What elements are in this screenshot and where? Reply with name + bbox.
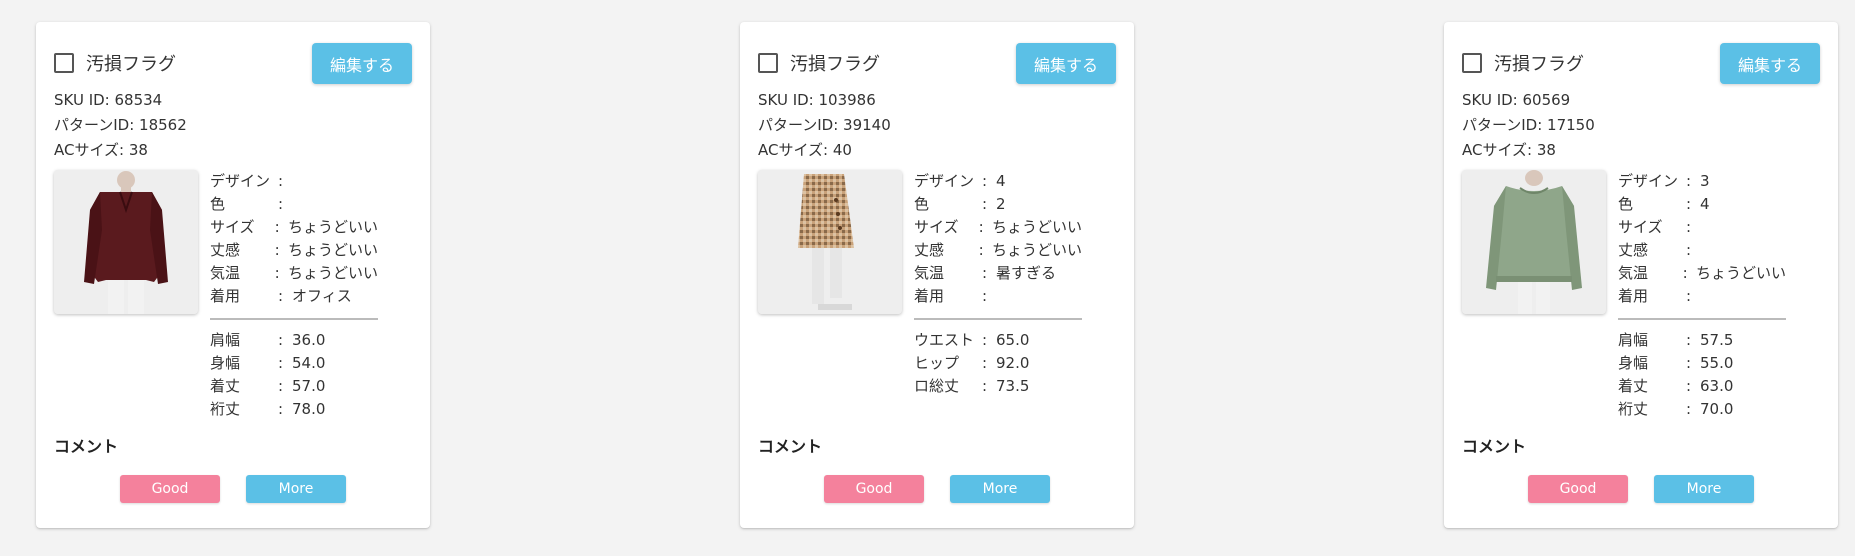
stain-flag-checkbox[interactable]: 汚損フラグ [1462, 50, 1584, 76]
attr-row: 色: [210, 195, 284, 213]
measure-row: 身幅:55.0 [1618, 354, 1734, 372]
sku-id: SKU ID: 68534 [54, 91, 163, 109]
attr-row: 気温: 暑すぎる [914, 264, 1057, 282]
divider [210, 318, 378, 320]
item-card: 汚損フラグ 編集する SKU ID: 68534 パターンID: 18562 A… [36, 22, 430, 528]
sku-id: SKU ID: 60569 [1462, 91, 1571, 109]
attr-row: 気温: ちょうどいい [1618, 264, 1786, 282]
stain-flag-checkbox[interactable]: 汚損フラグ [54, 50, 176, 76]
pattern-id: パターンID: 17150 [1462, 116, 1595, 134]
attr-row: 丈感: [1618, 241, 1692, 259]
divider [1618, 318, 1786, 320]
item-meta: SKU ID: 103986 パターンID: 39140 ACサイズ: 40 [758, 88, 891, 163]
measure-row: 着丈:57.0 [210, 377, 326, 395]
checkbox-icon[interactable] [758, 53, 778, 73]
attr-row: 丈感: ちょうどいい [914, 241, 1082, 259]
attr-row: サイズ: ちょうどいい [210, 218, 378, 236]
measure-row: ウエスト:65.0 [914, 331, 1030, 349]
burgundy-blouse-photo [54, 170, 198, 314]
edit-button[interactable]: 編集する [312, 43, 412, 84]
attr-row: 着用: [914, 287, 988, 305]
more-button[interactable]: More [950, 475, 1050, 503]
attribute-list: デザイン:3 色:4 サイズ: 丈感: 気温: ちょうどいい 着用: 肩幅:57.… [1618, 170, 1786, 421]
ac-size: ACサイズ: 40 [758, 141, 852, 159]
good-button[interactable]: Good [824, 475, 924, 503]
ac-size: ACサイズ: 38 [1462, 141, 1556, 159]
measure-row: 裄丈:70.0 [1618, 400, 1734, 418]
check-skirt-photo [758, 170, 902, 314]
good-button[interactable]: Good [1528, 475, 1628, 503]
attr-row: サイズ: ちょうどいい [914, 218, 1082, 236]
attr-row: サイズ: [1618, 218, 1692, 236]
attribute-list: デザイン:4 色:2 サイズ: ちょうどいい 丈感: ちょうどいい 気温: 暑すぎる … [914, 170, 1082, 398]
measure-row: 肩幅:36.0 [210, 331, 326, 349]
divider [914, 318, 1082, 320]
item-card: 汚損フラグ 編集する SKU ID: 103986 パターンID: 39140 … [740, 22, 1134, 528]
attr-row: 丈感: ちょうどいい [210, 241, 378, 259]
pattern-id: パターンID: 39140 [758, 116, 891, 134]
card-list: 汚損フラグ 編集する SKU ID: 68534 パターンID: 18562 A… [0, 0, 1855, 556]
stain-flag-label: 汚損フラグ [1494, 54, 1584, 75]
comment-heading: コメント [1462, 437, 1527, 456]
comment-heading: コメント [758, 437, 823, 456]
stain-flag-checkbox[interactable]: 汚損フラグ [758, 50, 880, 76]
pattern-id: パターンID: 18562 [54, 116, 187, 134]
attr-row: 色:2 [914, 195, 1006, 213]
measure-row: 着丈:63.0 [1618, 377, 1734, 395]
more-button[interactable]: More [1654, 475, 1754, 503]
stain-flag-label: 汚損フラグ [790, 54, 880, 75]
comment-heading: コメント [54, 437, 119, 456]
measure-row: ヒップ:92.0 [914, 354, 1030, 372]
attr-row: デザイン:4 [914, 172, 1006, 190]
sku-id: SKU ID: 103986 [758, 91, 876, 109]
attr-row: 色:4 [1618, 195, 1710, 213]
measure-row: 身幅:54.0 [210, 354, 326, 372]
good-button[interactable]: Good [120, 475, 220, 503]
attr-row: 気温: ちょうどいい [210, 264, 378, 282]
stain-flag-label: 汚損フラグ [86, 54, 176, 75]
checkbox-icon[interactable] [54, 53, 74, 73]
item-meta: SKU ID: 60569 パターンID: 17150 ACサイズ: 38 [1462, 88, 1595, 163]
more-button[interactable]: More [246, 475, 346, 503]
ac-size: ACサイズ: 38 [54, 141, 148, 159]
attr-row: 着用: [1618, 287, 1692, 305]
checkbox-icon[interactable] [1462, 53, 1482, 73]
edit-button[interactable]: 編集する [1720, 43, 1820, 84]
attr-row: デザイン: [210, 172, 284, 190]
edit-button[interactable]: 編集する [1016, 43, 1116, 84]
measure-row: ロ総丈:73.5 [914, 377, 1030, 395]
item-card: 汚損フラグ 編集する SKU ID: 60569 パターンID: 17150 A… [1444, 22, 1838, 528]
sage-sweater-photo [1462, 170, 1606, 314]
attribute-list: デザイン: 色: サイズ: ちょうどいい 丈感: ちょうどいい 気温: ちょうどいい … [210, 170, 378, 421]
attr-row: 着用: オフィス [210, 287, 352, 305]
measure-row: 裄丈:78.0 [210, 400, 326, 418]
item-meta: SKU ID: 68534 パターンID: 18562 ACサイズ: 38 [54, 88, 187, 163]
attr-row: デザイン:3 [1618, 172, 1710, 190]
measure-row: 肩幅:57.5 [1618, 331, 1734, 349]
